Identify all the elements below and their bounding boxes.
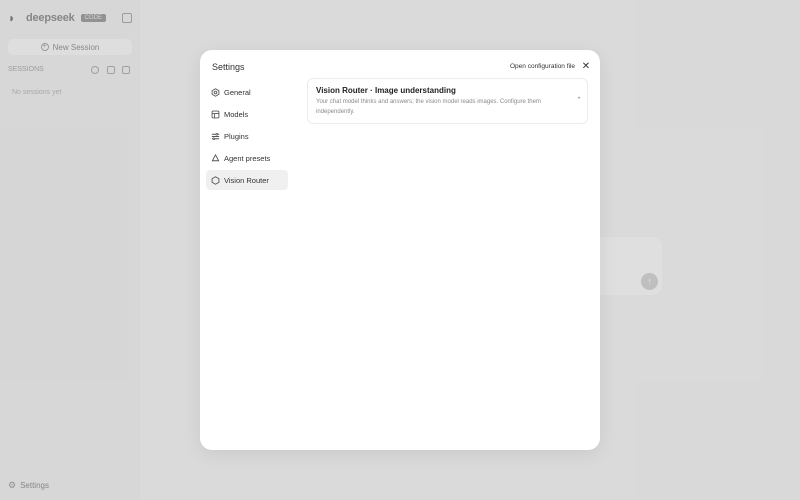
nav-label-vision-router: Vision Router [224, 175, 269, 185]
settings-nav: General Models Plugins Agent presets Vis… [206, 82, 288, 192]
nav-label-agent-presets: Agent presets [224, 153, 271, 163]
vision-router-card[interactable]: Vision Router · Image understanding Your… [307, 78, 588, 124]
nav-item-vision-router[interactable]: Vision Router [206, 170, 288, 190]
gear-icon [211, 87, 220, 97]
hexagon-icon [211, 175, 220, 185]
nav-label-plugins: Plugins [224, 131, 249, 141]
recycle-icon [211, 153, 220, 163]
modal-title: Settings [212, 62, 245, 72]
sliders-icon [211, 132, 220, 141]
nav-item-agent-presets[interactable]: Agent presets [206, 148, 288, 168]
nav-item-plugins[interactable]: Plugins [206, 126, 288, 146]
card-title: Vision Router · Image understanding [316, 86, 456, 95]
nav-label-general: General [224, 87, 251, 97]
nav-item-general[interactable]: General [206, 82, 288, 102]
nav-item-models[interactable]: Models [206, 104, 288, 124]
settings-modal: Settings Open configuration file ✕ Gener… [200, 50, 600, 450]
cube-icon [211, 110, 220, 119]
card-description: Your chat model thinks and answers; the … [316, 99, 541, 115]
open-config-button[interactable]: Open configuration file [504, 61, 582, 73]
chevron-icon[interactable]: • [578, 96, 580, 102]
nav-label-models: Models [224, 109, 249, 119]
close-icon[interactable]: ✕ [580, 61, 592, 73]
